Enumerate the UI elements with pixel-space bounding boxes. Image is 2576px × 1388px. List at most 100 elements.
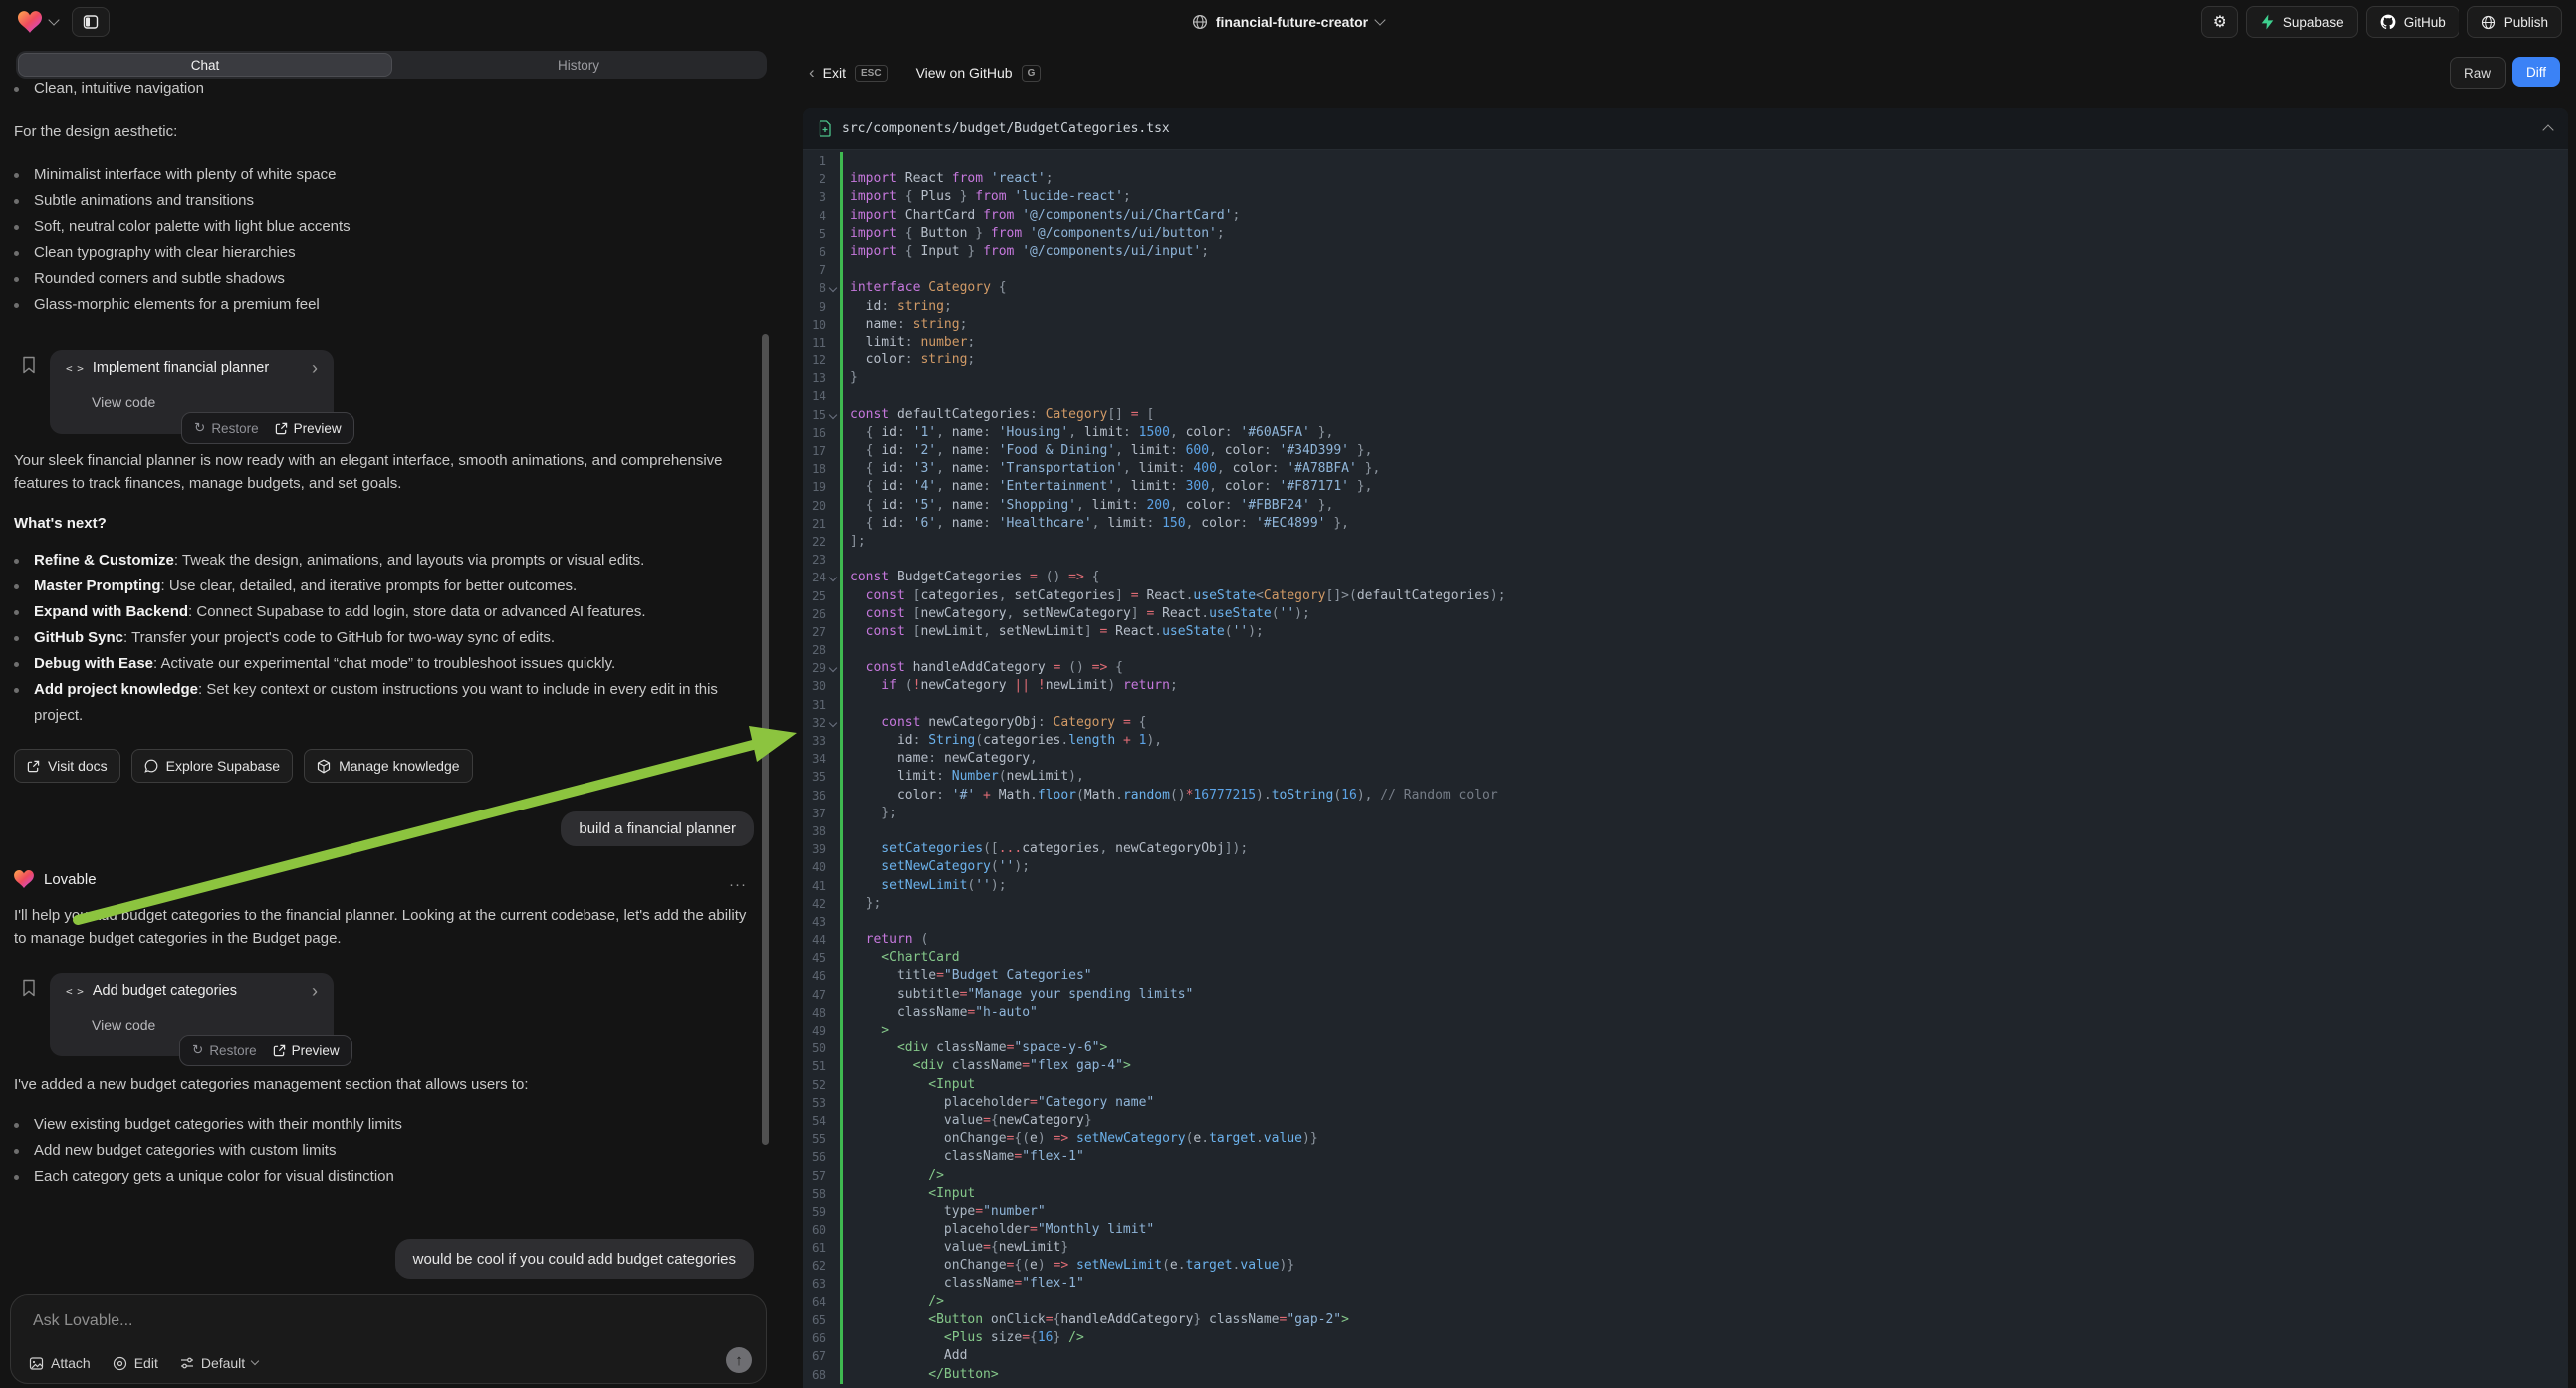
chat-scrollbar[interactable]: [762, 334, 769, 1145]
code-line: 8interface Category {: [803, 279, 2568, 297]
toggle-sidebar-button[interactable]: [72, 7, 110, 37]
code-editor[interactable]: 12import React from 'react';3import { Pl…: [803, 149, 2568, 1388]
explore-supabase-button[interactable]: Explore Supabase: [131, 749, 293, 783]
attach-button[interactable]: Attach: [29, 1355, 91, 1371]
code-line: 45 <ChartCard: [803, 949, 2568, 967]
code-line: 16 { id: '1', name: 'Housing', limit: 15…: [803, 424, 2568, 442]
code-line: 29 const handleAddCategory = () => {: [803, 659, 2568, 677]
lovable-avatar-icon: [14, 870, 34, 888]
tab-chat[interactable]: Chat: [18, 53, 392, 77]
prompt-input[interactable]: Ask Lovable... Attach Edit Default ↑: [10, 1294, 767, 1384]
bookmark-icon[interactable]: [22, 979, 36, 997]
list-item: Rounded corners and subtle shadows: [14, 266, 743, 292]
list-item: Refine & Customize: Tweak the design, an…: [14, 548, 751, 574]
list-item: Add project knowledge: Set key context o…: [14, 677, 751, 729]
code-line: 7: [803, 261, 2568, 279]
preview-button[interactable]: Preview: [275, 421, 342, 436]
code-line: 24const BudgetCategories = () => {: [803, 569, 2568, 586]
supabase-button[interactable]: Supabase: [2246, 6, 2358, 38]
edit-button[interactable]: Edit: [113, 1355, 158, 1371]
fold-chevron-icon[interactable]: [829, 284, 837, 292]
list-item: Each category gets a unique color for vi…: [14, 1164, 743, 1190]
view-code-link[interactable]: View code: [92, 1017, 155, 1033]
code-line: 25 const [categories, setCategories] = R…: [803, 587, 2568, 605]
visit-docs-button[interactable]: Visit docs: [14, 749, 120, 783]
bookmark-icon[interactable]: [22, 356, 36, 374]
view-code-link[interactable]: View code: [92, 394, 155, 410]
chevron-right-icon[interactable]: ›: [312, 361, 318, 375]
user-message-1: build a financial planner: [561, 811, 754, 846]
preview-button[interactable]: Preview: [273, 1043, 340, 1058]
code-line: 58 <Input: [803, 1185, 2568, 1203]
code-line: 59 type="number": [803, 1203, 2568, 1221]
external-link-icon: [275, 422, 288, 435]
code-line: 44 return (: [803, 931, 2568, 949]
assistant-summary: Your sleek financial planner is now read…: [14, 449, 731, 495]
tab-history[interactable]: History: [392, 53, 765, 77]
restore-button[interactable]: ↻Restore: [192, 1042, 257, 1058]
code-line: 67 Add: [803, 1347, 2568, 1365]
collapse-chevron-icon[interactable]: [2542, 124, 2553, 135]
code-line: 65 <Button onClick={handleAddCategory} c…: [803, 1311, 2568, 1329]
file-diff-card: src/components/budget/BudgetCategories.t…: [803, 108, 2568, 1388]
code-line: 6import { Input } from '@/components/ui/…: [803, 243, 2568, 261]
project-chevron-down-icon[interactable]: [1374, 14, 1385, 25]
code-line: 1: [803, 152, 2568, 170]
exit-button[interactable]: ‹ Exit ESC: [809, 65, 888, 82]
fold-chevron-icon[interactable]: [829, 664, 837, 672]
code-view-header: ‹ Exit ESC View on GitHub G Raw Diff: [787, 50, 2576, 96]
code-line: 17 { id: '2', name: 'Food & Dining', lim…: [803, 442, 2568, 460]
chevron-right-icon[interactable]: ›: [312, 984, 318, 998]
more-options-icon[interactable]: ···: [729, 876, 747, 893]
project-name[interactable]: financial-future-creator: [1216, 14, 1368, 30]
code-line: 34 name: newCategory,: [803, 750, 2568, 768]
file-header[interactable]: src/components/budget/BudgetCategories.t…: [803, 108, 2568, 150]
list-item: GitHub Sync: Transfer your project's cod…: [14, 625, 751, 651]
code-line: 18 { id: '3', name: 'Transportation', li…: [803, 460, 2568, 478]
fold-chevron-icon[interactable]: [829, 719, 837, 727]
code-line: 27 const [newLimit, setNewLimit] = React…: [803, 623, 2568, 641]
code-line: 21 { id: '6', name: 'Healthcare', limit:…: [803, 515, 2568, 533]
code-line: 20 { id: '5', name: 'Shopping', limit: 2…: [803, 497, 2568, 515]
code-line: 4import ChartCard from '@/components/ui/…: [803, 207, 2568, 225]
panel-left-icon: [83, 14, 99, 30]
code-line: 23: [803, 551, 2568, 569]
diff-toggle-button[interactable]: Diff: [2512, 57, 2560, 87]
code-line: 52 <Input: [803, 1076, 2568, 1094]
code-line: 61 value={newLimit}: [803, 1239, 2568, 1257]
send-button[interactable]: ↑: [726, 1347, 752, 1373]
manage-knowledge-button[interactable]: Manage knowledge: [304, 749, 472, 783]
code-line: 41 setNewLimit('');: [803, 877, 2568, 895]
lovable-logo-icon[interactable]: [18, 11, 42, 33]
list-item: Master Prompting: Use clear, detailed, a…: [14, 574, 751, 599]
mode-select[interactable]: Default: [180, 1355, 258, 1371]
code-line: 47 subtitle="Manage your spending limits…: [803, 986, 2568, 1004]
code-line: 39 setCategories([...categories, newCate…: [803, 840, 2568, 858]
settings-button[interactable]: ⚙: [2201, 6, 2238, 38]
chevron-down-icon[interactable]: [48, 14, 59, 25]
publish-button[interactable]: Publish: [2467, 6, 2562, 38]
code-line: 14: [803, 387, 2568, 405]
supabase-bolt-icon: [2260, 14, 2275, 30]
list-item: Minimalist interface with plenty of whit…: [14, 162, 743, 188]
assistant-name: Lovable: [44, 871, 97, 888]
code-line: 11 limit: number;: [803, 334, 2568, 351]
code-line: 5import { Button } from '@/components/ui…: [803, 225, 2568, 243]
fold-chevron-icon[interactable]: [829, 410, 837, 418]
code-line: 64 />: [803, 1293, 2568, 1311]
code-line: 28: [803, 641, 2568, 659]
raw-toggle-button[interactable]: Raw: [2450, 57, 2506, 89]
version-title: Add budget categories: [93, 983, 302, 999]
restore-button[interactable]: ↻Restore: [194, 420, 259, 436]
code-line: 15const defaultCategories: Category[] = …: [803, 406, 2568, 424]
code-line: 37 };: [803, 805, 2568, 822]
github-button[interactable]: GitHub: [2366, 6, 2459, 38]
code-line: 3import { Plus } from 'lucide-react';: [803, 188, 2568, 206]
list-item: Subtle animations and transitions: [14, 188, 743, 214]
chevron-left-icon: ‹: [809, 66, 815, 80]
fold-chevron-icon[interactable]: [829, 574, 837, 581]
top-bar: financial-future-creator ⚙ Supabase GitH…: [0, 0, 2576, 44]
code-line: 60 placeholder="Monthly limit": [803, 1221, 2568, 1239]
sliders-icon: [180, 1356, 194, 1370]
view-on-github-button[interactable]: View on GitHub G: [916, 65, 1042, 82]
